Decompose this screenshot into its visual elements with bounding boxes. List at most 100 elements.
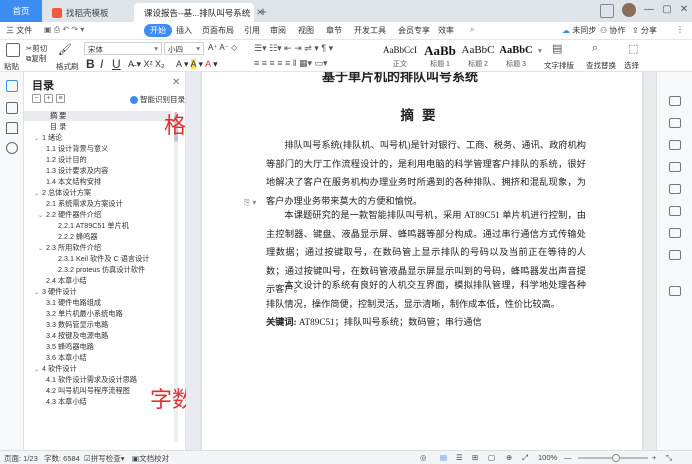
menu-item-view[interactable]: 视图: [298, 25, 314, 36]
chevron-down-icon[interactable]: ⌄: [34, 288, 42, 298]
toc-item[interactable]: 摘 要: [24, 111, 172, 121]
menu-item-references[interactable]: 引用: [244, 25, 260, 36]
copy-button[interactable]: ⧉复制: [26, 53, 46, 64]
tab-home[interactable]: 首页: [0, 0, 42, 22]
tab-template[interactable]: 找稻壳模板: [46, 3, 130, 22]
zoom-value[interactable]: 100%: [538, 453, 557, 462]
more-icon[interactable]: ⋮: [676, 25, 684, 34]
toc-icon[interactable]: [6, 80, 18, 92]
toc-item[interactable]: 目 录: [24, 122, 172, 132]
toc-item[interactable]: 3.6 本章小结: [24, 353, 172, 363]
bookmark-icon[interactable]: [6, 122, 18, 134]
chevron-down-icon[interactable]: ⌄: [34, 365, 42, 375]
collab-button[interactable]: ⚇ 协作: [600, 25, 625, 36]
toc-item[interactable]: 2.4 本章小结: [24, 276, 172, 286]
search-icon[interactable]: [6, 142, 18, 154]
font-color-icon[interactable]: A ▾ A ▾ A ▾: [176, 59, 218, 70]
close-icon[interactable]: ✕: [172, 77, 180, 88]
find-replace-button[interactable]: 查找替换: [586, 60, 616, 71]
bold-icon[interactable]: B: [86, 57, 95, 71]
toc-item[interactable]: ⌄ 2.3 所用软件介绍: [24, 243, 172, 253]
find-replace-icon[interactable]: ⌕: [592, 42, 598, 55]
toc-item[interactable]: 1.2 设计目的: [24, 155, 172, 165]
menu-item-start[interactable]: 开始: [144, 24, 172, 37]
style-heading-1[interactable]: AaBb 标题 1: [420, 42, 460, 70]
read-view-icon[interactable]: ▢: [488, 453, 495, 462]
toc-item[interactable]: 2.2.2 蜂鸣器: [24, 232, 172, 242]
review-icon[interactable]: [669, 228, 681, 238]
toc-item[interactable]: ⌄ 3 硬件设计: [24, 287, 172, 297]
toc-item[interactable]: 2.3.1 Keil 软件及 C 语言设计: [24, 254, 172, 264]
minimize-icon[interactable]: —: [642, 4, 656, 15]
toc-item[interactable]: 3.3 数码管显示电路: [24, 320, 172, 330]
web-view-icon[interactable]: ☰: [456, 453, 463, 462]
toc-item[interactable]: 1.4 本文结构安排: [24, 177, 172, 187]
style-panel-icon[interactable]: [669, 118, 681, 128]
toc-item[interactable]: 3.2 单片机最小系统电路: [24, 309, 172, 319]
toc-item[interactable]: 3.4 按键及电源电路: [24, 331, 172, 341]
italic-icon[interactable]: I: [100, 57, 103, 71]
zoom-slider-thumb[interactable]: [612, 454, 620, 462]
menu-item-developer[interactable]: 开发工具: [354, 25, 386, 36]
menu-file[interactable]: 三 文件: [6, 25, 32, 36]
outline-view-icon[interactable]: ⊞: [472, 453, 478, 462]
new-tab-button[interactable]: +: [256, 4, 270, 19]
toc-item[interactable]: 1.1 设计背景与意义: [24, 144, 172, 154]
toc-item[interactable]: ⌄ 1 绪论: [24, 133, 172, 143]
menu-item-insert[interactable]: 插入: [176, 25, 192, 36]
toc-item[interactable]: 2.2.1 AT89C51 单片机: [24, 221, 172, 231]
text-layout-icon[interactable]: ▤: [552, 42, 562, 55]
toc-item[interactable]: ⌄ 2.2 硬件器件介绍: [24, 210, 172, 220]
paste-button[interactable]: 粘贴: [4, 61, 19, 72]
avatar[interactable]: [622, 3, 636, 17]
unsync-button[interactable]: ☁ 未同步: [562, 25, 596, 36]
style-normal[interactable]: AaBbCcI 正文: [380, 42, 420, 70]
zoom-in-icon[interactable]: +: [652, 453, 656, 462]
proofread-button[interactable]: ▣文档校对: [132, 453, 169, 464]
toc-item[interactable]: 1.3 设计要求及内容: [24, 166, 172, 176]
menu-item-review[interactable]: 审阅: [270, 25, 286, 36]
focus-icon[interactable]: ⊕: [506, 453, 512, 462]
share-button[interactable]: ⇪ 分享: [632, 25, 657, 36]
strikethrough-icon[interactable]: A̶ ▾ X² X₂: [128, 59, 165, 70]
toc-item[interactable]: 2.3.2 proteus 仿真设计软件: [24, 265, 172, 275]
font-size-select[interactable]: 小四 ▾: [164, 42, 204, 55]
word-count[interactable]: 字数: 6584: [44, 453, 80, 464]
style-heading-3[interactable]: AaBbC 标题 3: [496, 42, 536, 70]
spell-check-button[interactable]: ☑拼写检查▾: [84, 453, 125, 464]
paste-icon[interactable]: [6, 43, 20, 57]
menu-quick-tools[interactable]: ▣ ⎙ ↶ ↷ ▾: [44, 25, 84, 35]
comment-icon[interactable]: [669, 184, 681, 194]
paragraph-handle-icon[interactable]: ⎘ ▾: [244, 198, 256, 208]
toc-level-icon[interactable]: ≡: [56, 94, 65, 103]
format-painter-button[interactable]: 格式刷: [56, 61, 79, 72]
fit-icon[interactable]: ⤢: [522, 453, 528, 463]
chevron-down-icon[interactable]: ⌄: [38, 244, 46, 254]
collapse-all-icon[interactable]: −: [32, 94, 41, 103]
toc-item[interactable]: 3.1 硬件电路组成: [24, 298, 172, 308]
chevron-down-icon[interactable]: ⌄: [34, 189, 42, 199]
chevron-down-icon[interactable]: ⌄: [38, 211, 46, 221]
translate-icon[interactable]: [669, 206, 681, 216]
settings-icon[interactable]: [669, 140, 681, 150]
maximize-icon[interactable]: ▢: [660, 4, 674, 15]
cursor-icon[interactable]: [669, 162, 681, 172]
select-button[interactable]: 选择: [624, 60, 639, 71]
grow-font-icon[interactable]: A⁺ A⁻ ◇: [208, 43, 237, 52]
more-tools-icon[interactable]: [669, 286, 681, 296]
tab-document[interactable]: 课设报告--基...排队叫号系统 ✕: [134, 3, 263, 22]
format-painter-icon[interactable]: 🖌: [58, 43, 72, 56]
page-indicator[interactable]: 页面: 1/23: [4, 453, 38, 464]
toc-item[interactable]: 2.1 系统需求及方案设计: [24, 199, 172, 209]
close-window-icon[interactable]: ✕: [677, 4, 691, 15]
fullscreen-icon[interactable]: ⤡: [666, 453, 672, 463]
menu-item-member[interactable]: 会员专享: [398, 25, 430, 36]
share-panel-icon[interactable]: [669, 250, 681, 260]
smart-toc-button[interactable]: 智能识别目录: [130, 94, 185, 105]
chevron-down-icon[interactable]: ⌄: [34, 134, 42, 144]
page-view-icon[interactable]: ▤: [440, 453, 447, 462]
search-icon[interactable]: ⌕: [470, 25, 474, 35]
zoom-out-icon[interactable]: —: [564, 453, 572, 462]
document-page[interactable]: 基于单片机的排队叫号系统 摘要 ⎘ ▾ 排队叫号系统(排队机、叫号机)是针对银行…: [202, 72, 642, 450]
expand-all-icon[interactable]: +: [44, 94, 53, 103]
